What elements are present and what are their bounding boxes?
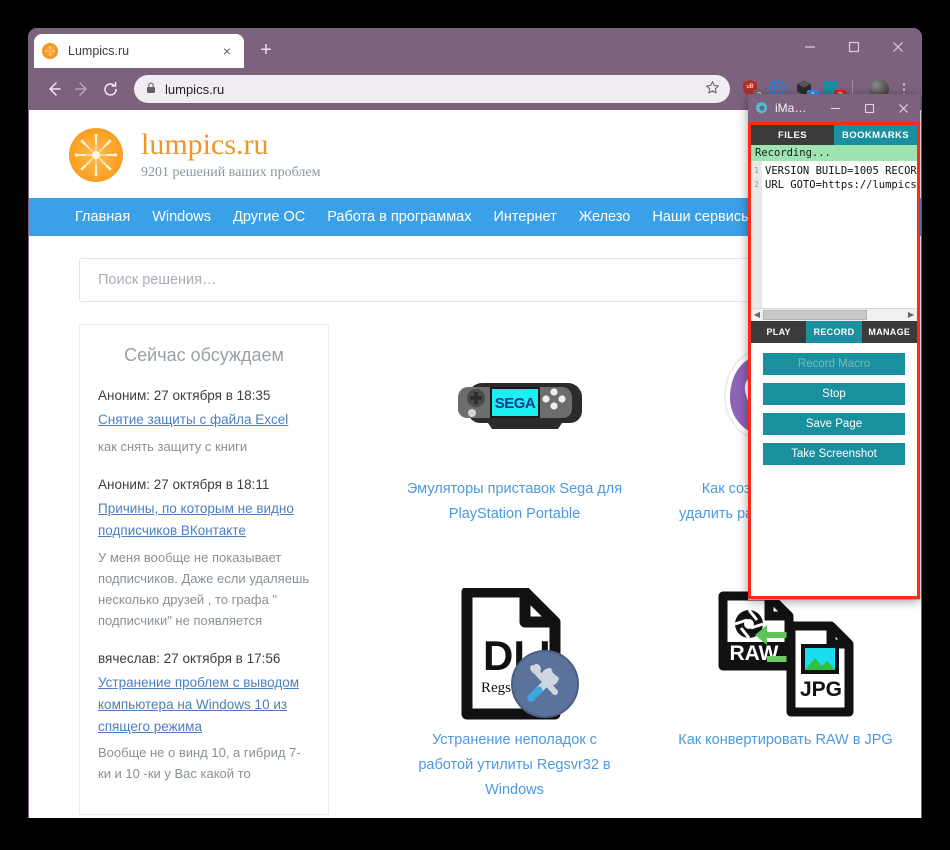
site-logo-icon[interactable] bbox=[69, 128, 123, 182]
article-title[interactable]: Устранение неполадок с работой утилиты R… bbox=[385, 728, 644, 803]
imacros-button-group: Record Macro Stop Save Page Take Screens… bbox=[751, 342, 917, 481]
scroll-left-icon[interactable]: ◀ bbox=[751, 310, 763, 319]
nav-item-programs[interactable]: Работа в программах bbox=[327, 209, 471, 225]
line-number: 1 bbox=[754, 166, 759, 175]
sega-handheld-console-icon: SEGA bbox=[385, 332, 644, 477]
post-meta: вячеслав: 27 октября в 17:56 bbox=[98, 650, 281, 666]
save-page-button[interactable]: Save Page bbox=[763, 412, 905, 435]
imacros-minimize-button[interactable] bbox=[818, 94, 852, 122]
imacros-body: FILES BOOKMARKS Recording... 1 2 VERSION… bbox=[748, 122, 920, 599]
stop-button[interactable]: Stop bbox=[763, 382, 905, 405]
tab-title: Lumpics.ru bbox=[68, 44, 130, 58]
scrollbar-track[interactable] bbox=[867, 308, 905, 321]
nav-item-other-os[interactable]: Другие ОС bbox=[233, 209, 305, 225]
tab-play[interactable]: PLAY bbox=[751, 320, 807, 343]
brand-block: lumpics.ru 9201 решений ваших проблем bbox=[141, 129, 320, 181]
imacros-code-lines[interactable]: VERSION BUILD=1005 RECOR URL GOTO=https:… bbox=[762, 161, 917, 308]
tab-favicon-icon bbox=[42, 43, 58, 59]
svg-text:SEGA: SEGA bbox=[494, 395, 535, 412]
new-tab-button[interactable]: + bbox=[254, 39, 278, 63]
take-screenshot-button[interactable]: Take Screenshot bbox=[763, 442, 905, 465]
imacros-code-area[interactable]: 1 2 VERSION BUILD=1005 RECOR URL GOTO=ht… bbox=[751, 161, 917, 308]
tab-manage[interactable]: MANAGE bbox=[861, 320, 917, 343]
address-bar-url: lumpics.ru bbox=[165, 81, 225, 97]
search-input[interactable]: Поиск решения… bbox=[79, 258, 797, 302]
nav-item-internet[interactable]: Интернет bbox=[494, 209, 557, 225]
nav-item-services[interactable]: Наши сервисы bbox=[652, 209, 751, 225]
nav-item-windows[interactable]: Windows bbox=[152, 209, 211, 225]
close-tab-icon[interactable]: × bbox=[218, 42, 236, 60]
article-card[interactable]: SEGA Эмуляторы приставок Sega для PlaySt… bbox=[379, 324, 650, 565]
imacros-status-bar: Recording... bbox=[751, 145, 917, 161]
back-button[interactable] bbox=[40, 75, 68, 103]
post-snippet: Вообще не о винд 10, а гибрид 7-ки и 10 … bbox=[98, 745, 301, 782]
maximize-window-button[interactable] bbox=[832, 32, 876, 62]
raw-to-jpg-convert-icon: RAW JPG bbox=[656, 583, 915, 728]
scroll-right-icon[interactable]: ▶ bbox=[905, 310, 917, 319]
svg-text:JPG: JPG bbox=[800, 678, 842, 701]
post-link[interactable]: Причины, по которым не видно подписчиков… bbox=[98, 498, 310, 542]
line-number: 2 bbox=[754, 180, 759, 189]
imacros-panel: iMa… FILES BOOKMARKS Recording... 1 2 VE… bbox=[748, 94, 920, 599]
svg-text:uB: uB bbox=[746, 84, 753, 90]
scrollbar-thumb[interactable] bbox=[763, 309, 867, 320]
post-link[interactable]: Снятие защиты с файла Excel bbox=[98, 409, 310, 431]
forward-button[interactable] bbox=[68, 75, 96, 103]
imacros-titlebar[interactable]: iMa… bbox=[748, 94, 920, 122]
post-meta: Аноним: 27 октября в 18:35 bbox=[98, 388, 271, 403]
minimize-window-button[interactable] bbox=[788, 32, 832, 62]
sidebar-title: Сейчас обсуждаем bbox=[124, 345, 284, 365]
search-input-placeholder: Поиск решения… bbox=[98, 272, 217, 288]
post-meta: Аноним: 27 октября в 18:11 bbox=[98, 476, 270, 492]
dll-file-wrench-icon: DLL Regsvr32 bbox=[385, 583, 644, 728]
code-line: URL GOTO=https://lumpics bbox=[765, 179, 917, 191]
imacros-horizontal-scrollbar[interactable]: ◀ ▶ bbox=[751, 307, 917, 321]
bookmark-star-icon[interactable] bbox=[705, 80, 720, 98]
reload-button[interactable] bbox=[96, 75, 124, 103]
lock-icon bbox=[146, 82, 156, 97]
gear-icon bbox=[754, 101, 769, 116]
list-item: вячеслав: 27 октября в 17:56 Устранение … bbox=[98, 651, 310, 785]
address-bar[interactable]: lumpics.ru bbox=[134, 75, 730, 103]
tab-files[interactable]: FILES bbox=[751, 125, 834, 145]
imacros-title: iMa… bbox=[775, 101, 807, 115]
article-title[interactable]: Как конвертировать RAW в JPG bbox=[656, 728, 915, 753]
brand-name[interactable]: lumpics.ru bbox=[141, 129, 320, 161]
imacros-action-tabs: PLAY RECORD MANAGE bbox=[751, 320, 917, 343]
list-item: Аноним: 27 октября в 18:35 Снятие защиты… bbox=[98, 388, 310, 457]
article-card[interactable]: RAW JPG Как конвертировать RAW в JPG bbox=[650, 575, 921, 816]
brand-tagline: 9201 решений ваших проблем bbox=[141, 164, 321, 180]
post-snippet: У меня вообще не показывает подписчиков.… bbox=[98, 549, 310, 628]
tab-strip: Lumpics.ru × + bbox=[28, 28, 922, 68]
imacros-line-gutter: 1 2 bbox=[751, 161, 762, 308]
article-title[interactable]: Эмуляторы приставок Sega для PlayStation… bbox=[385, 477, 644, 527]
record-macro-button[interactable]: Record Macro bbox=[763, 352, 905, 375]
discussion-sidebar: Сейчас обсуждаем Аноним: 27 октября в 18… bbox=[79, 324, 329, 816]
window-controls bbox=[788, 32, 920, 62]
nav-item-glavnaya[interactable]: Главная bbox=[75, 209, 130, 225]
tab-bookmarks[interactable]: BOOKMARKS bbox=[834, 125, 917, 145]
imacros-tab-bar: FILES BOOKMARKS bbox=[751, 125, 917, 145]
close-window-button[interactable] bbox=[876, 32, 920, 62]
tab-record[interactable]: RECORD bbox=[806, 320, 862, 343]
imacros-panel-filler bbox=[751, 480, 917, 596]
nav-item-hardware[interactable]: Железо bbox=[579, 209, 631, 225]
post-link[interactable]: Устранение проблем с выводом компьютера … bbox=[98, 672, 310, 738]
imacros-maximize-button[interactable] bbox=[852, 94, 886, 122]
browser-tab[interactable]: Lumpics.ru × bbox=[34, 34, 244, 68]
article-card[interactable]: DLL Regsvr32 Устранение неполадок с рабо… bbox=[379, 575, 650, 816]
list-item: Аноним: 27 октября в 18:11 Причины, по к… bbox=[98, 477, 310, 631]
code-line: VERSION BUILD=1005 RECOR bbox=[765, 165, 917, 177]
post-snippet: как снять защиту с книги bbox=[98, 438, 248, 454]
imacros-close-button[interactable] bbox=[886, 94, 920, 122]
